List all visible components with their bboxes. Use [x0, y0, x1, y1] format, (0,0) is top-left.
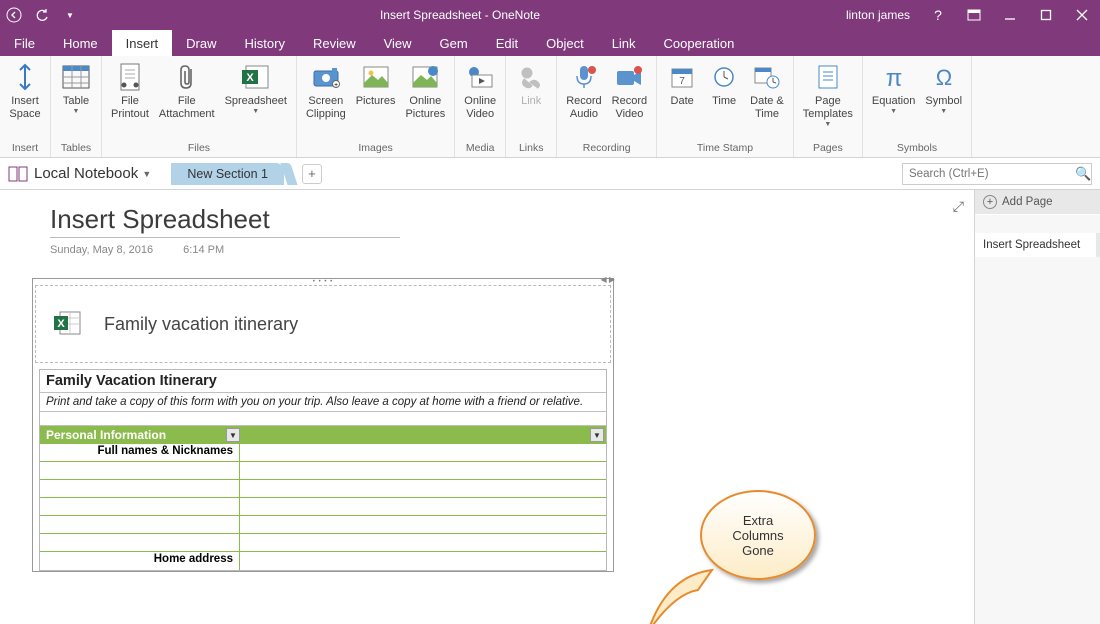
link-button: Link	[510, 58, 552, 140]
date-button[interactable]: 7Date	[661, 58, 703, 140]
menu-object[interactable]: Object	[532, 30, 598, 56]
time-icon	[708, 61, 740, 93]
symbol-button[interactable]: ΩSymbol▼	[920, 58, 967, 140]
page-templates-icon	[812, 61, 844, 93]
maximize-button[interactable]	[1028, 0, 1064, 30]
ribbon-display-button[interactable]	[956, 0, 992, 30]
screen-clipping-button[interactable]: +Screen Clipping	[301, 58, 351, 140]
pictures-icon	[360, 61, 392, 93]
qat-customize-button[interactable]: ▼	[56, 0, 84, 30]
search-icon[interactable]: 🔍	[1069, 166, 1097, 182]
embedded-spreadsheet[interactable]: • • • • ◀ ▶ X Family vacation itinerary …	[32, 278, 614, 572]
page-list-item[interactable]: Insert Spreadsheet	[975, 233, 1100, 257]
group-links: Links	[519, 140, 544, 157]
time-button[interactable]: Time	[703, 58, 745, 140]
group-tables: Tables	[61, 140, 91, 157]
table-icon	[60, 61, 92, 93]
menu-cooperation[interactable]: Cooperation	[650, 30, 749, 56]
svg-text:X: X	[57, 318, 65, 330]
search-input[interactable]	[903, 168, 1069, 180]
notebook-icon	[8, 165, 28, 183]
embedded-file-title: Family vacation itinerary	[104, 314, 298, 335]
menu-link[interactable]: Link	[598, 30, 650, 56]
window-title: Insert Spreadsheet - OneNote	[84, 8, 836, 22]
online-pictures-icon	[409, 61, 441, 93]
record-audio-button[interactable]: Record Audio	[561, 58, 606, 140]
section-tab[interactable]: New Section 1	[171, 163, 284, 185]
sheet-section-header: Personal Information ▼ ▼	[40, 426, 606, 444]
search-box[interactable]: 🔍 ▼	[902, 163, 1092, 185]
menu-history[interactable]: History	[231, 30, 299, 56]
page-templates-button[interactable]: Page Templates▼	[798, 58, 858, 140]
minimize-button[interactable]	[992, 0, 1028, 30]
menu-insert[interactable]: Insert	[112, 30, 173, 56]
symbol-icon: Ω	[928, 61, 960, 93]
link-icon	[515, 61, 547, 93]
svg-text:X: X	[246, 72, 254, 84]
expand-page-button[interactable]: ⤢	[953, 198, 964, 215]
file-attachment-button[interactable]: File Attachment	[154, 58, 220, 140]
record-video-icon	[613, 61, 645, 93]
sheet-instructions: Print and take a copy of this form with …	[40, 393, 606, 412]
menu-review[interactable]: Review	[299, 30, 370, 56]
group-recording: Recording	[583, 140, 631, 157]
pictures-button[interactable]: Pictures	[351, 58, 401, 140]
spreadsheet-button[interactable]: XSpreadsheet▼	[220, 58, 292, 140]
filter-dropdown-icon[interactable]: ▼	[226, 428, 240, 442]
page-date: Sunday, May 8, 2016	[50, 244, 153, 256]
sheet-label: Home address	[40, 552, 240, 570]
group-insert: Insert	[12, 140, 38, 157]
menu-file[interactable]: File	[0, 30, 49, 56]
add-section-button[interactable]: +	[302, 164, 322, 184]
group-pages: Pages	[813, 140, 843, 157]
excel-icon: X	[54, 310, 82, 338]
equation-button[interactable]: πEquation▼	[867, 58, 920, 140]
group-symbols: Symbols	[897, 140, 937, 157]
svg-text:π: π	[885, 65, 902, 90]
page-time: 6:14 PM	[183, 244, 224, 256]
back-button[interactable]	[0, 0, 28, 30]
camera-icon: +	[310, 61, 342, 93]
page-title[interactable]: Insert Spreadsheet	[50, 204, 974, 235]
menu-draw[interactable]: Draw	[172, 30, 230, 56]
svg-text:7: 7	[679, 76, 685, 87]
svg-text:+: +	[334, 82, 338, 89]
group-timestamp: Time Stamp	[697, 140, 753, 157]
record-video-button[interactable]: Record Video	[607, 58, 652, 140]
online-pictures-button[interactable]: Online Pictures	[400, 58, 450, 140]
group-files: Files	[188, 140, 210, 157]
spreadsheet-icon: X	[240, 61, 272, 93]
online-video-button[interactable]: Online Video	[459, 58, 501, 140]
add-page-button[interactable]: +Add Page	[975, 190, 1100, 215]
group-images: Images	[358, 140, 392, 157]
table-button[interactable]: Table▼	[55, 58, 97, 140]
group-media: Media	[466, 140, 495, 157]
annotation-callout: Extra Columns Gone	[700, 490, 816, 580]
date-icon: 7	[666, 61, 698, 93]
menu-edit[interactable]: Edit	[482, 30, 532, 56]
filter-dropdown-icon[interactable]: ▼	[590, 428, 604, 442]
sheet-label: Full names & Nicknames	[40, 444, 240, 461]
svg-text:Ω: Ω	[935, 65, 951, 90]
file-printout-button[interactable]: File Printout	[106, 58, 154, 140]
paperclip-icon	[171, 61, 203, 93]
menu-gem[interactable]: Gem	[426, 30, 482, 56]
date-time-button[interactable]: Date & Time	[745, 58, 789, 140]
undo-button[interactable]	[28, 0, 56, 30]
help-button[interactable]: ?	[920, 0, 956, 30]
record-audio-icon	[568, 61, 600, 93]
insert-space-button[interactable]: Insert Space	[4, 58, 46, 140]
notebook-selector[interactable]: Local Notebook ▼	[28, 165, 157, 182]
close-button[interactable]	[1064, 0, 1100, 30]
online-video-icon	[464, 61, 496, 93]
account-name[interactable]: linton james	[836, 8, 920, 22]
menu-view[interactable]: View	[370, 30, 426, 56]
equation-icon: π	[878, 61, 910, 93]
sheet-title: Family Vacation Itinerary	[40, 370, 606, 393]
insert-space-icon	[9, 61, 41, 93]
menu-home[interactable]: Home	[49, 30, 112, 56]
date-time-icon	[751, 61, 783, 93]
file-printout-icon	[114, 61, 146, 93]
